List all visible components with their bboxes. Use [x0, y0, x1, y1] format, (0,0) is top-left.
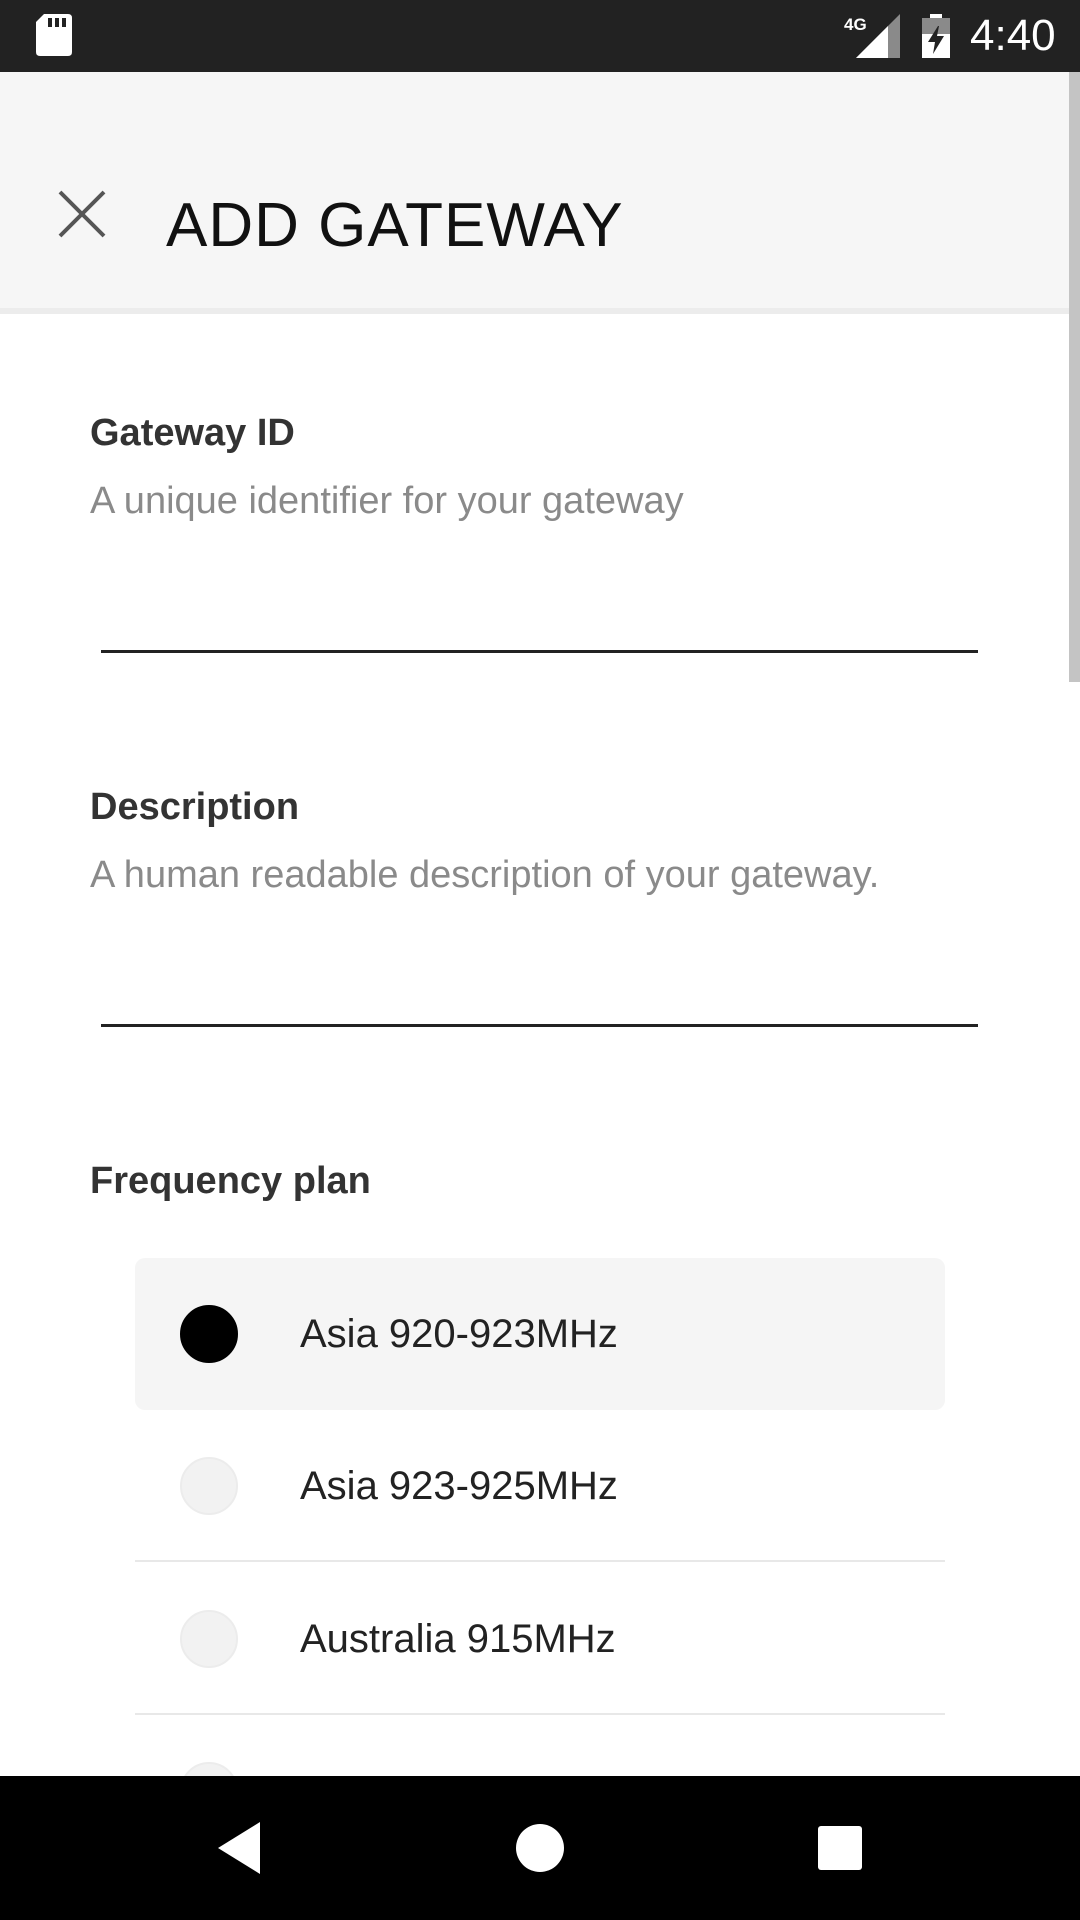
sd-card-icon [36, 14, 72, 56]
description-description: A human readable description of your gat… [90, 854, 880, 896]
close-icon [58, 190, 106, 238]
frequency-plan-label: Frequency plan [90, 1160, 371, 1202]
radio-button[interactable] [180, 1457, 238, 1515]
radio-button-checked[interactable] [180, 1305, 238, 1363]
add-gateway-screen: 4G 4:40 ADD GATEWAY Gateway ID A unique … [0, 0, 1080, 1920]
gateway-id-input[interactable] [101, 593, 978, 653]
recents-button[interactable] [804, 1812, 876, 1884]
frequency-option-australia-915[interactable]: Australia 915MHz [135, 1563, 945, 1715]
description-input[interactable] [101, 967, 978, 1027]
signal-4g-icon: 4G [844, 14, 900, 58]
page-title: ADD GATEWAY [166, 191, 624, 260]
frequency-option-label: Asia 923-925MHz [300, 1464, 618, 1508]
close-button[interactable] [46, 178, 118, 250]
home-button[interactable] [504, 1812, 576, 1884]
network-type-label: 4G [844, 15, 867, 34]
back-icon [218, 1822, 260, 1874]
status-time: 4:40 [970, 11, 1056, 60]
frequency-option-asia-920[interactable]: Asia 920-923MHz [135, 1258, 945, 1410]
back-button[interactable] [204, 1812, 276, 1884]
gateway-id-label: Gateway ID [90, 412, 295, 454]
home-icon [516, 1824, 564, 1872]
description-label: Description [90, 786, 300, 828]
status-bar: 4G 4:40 [0, 0, 1080, 72]
frequency-option-label: Asia 920-923MHz [300, 1312, 618, 1356]
recents-icon [818, 1826, 862, 1870]
scrollbar[interactable] [1069, 72, 1080, 682]
frequency-option-asia-923[interactable]: Asia 923-925MHz [135, 1410, 945, 1562]
battery-charging-icon [922, 14, 950, 58]
gateway-id-description: A unique identifier for your gateway [90, 480, 684, 522]
radio-button[interactable] [180, 1610, 238, 1668]
frequency-option-label: Australia 915MHz [300, 1617, 616, 1661]
navigation-bar [0, 1776, 1080, 1920]
